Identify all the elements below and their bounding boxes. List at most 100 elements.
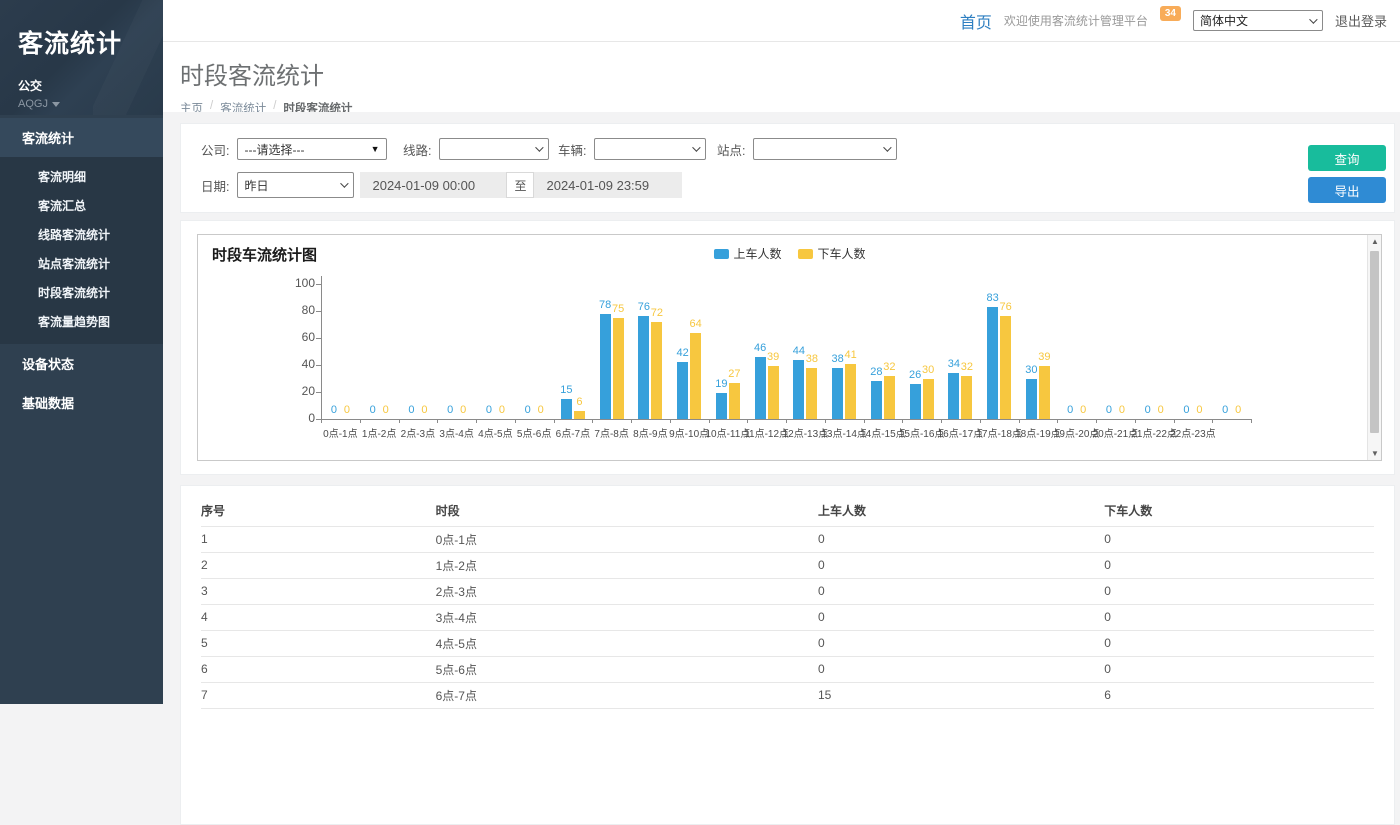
- bar-上车人数: [561, 399, 572, 419]
- app-title: 客流统计: [18, 24, 163, 60]
- table-cell: 2点-3点: [436, 578, 818, 604]
- y-axis-label: 20: [275, 384, 315, 398]
- table-row: 76点-7点156: [201, 682, 1374, 708]
- chart-vertical-scrollbar[interactable]: ▲ ▼: [1367, 235, 1381, 460]
- company-select[interactable]: ---请选择--- ▼: [237, 138, 387, 160]
- table-cell: 0: [1104, 526, 1374, 552]
- sidebar-item-客流量趋势图[interactable]: 客流量趋势图: [0, 307, 163, 336]
- y-axis-label: 40: [275, 357, 315, 371]
- chevron-down-icon: [341, 179, 349, 187]
- triangle-down-icon: ▼: [371, 145, 380, 154]
- table-row: 43点-4点00: [201, 604, 1374, 630]
- bar-value-label: 0: [1235, 404, 1241, 416]
- bar-value-label: 39: [767, 351, 779, 363]
- table-cell: 0: [818, 578, 1104, 604]
- bar-value-label: 0: [525, 404, 531, 416]
- vehicle-select[interactable]: [594, 138, 706, 160]
- sidebar-group-设备状态[interactable]: 设备状态: [0, 344, 163, 383]
- x-axis-label: 8点-9点: [633, 425, 667, 440]
- bar-下车人数: [729, 383, 740, 419]
- x-axis-tick: [941, 419, 942, 423]
- bar-下车人数: [1000, 316, 1011, 419]
- bar-下车人数: [806, 368, 817, 419]
- line-select[interactable]: [439, 138, 549, 160]
- content: 公司: ---请选择--- ▼ 线路: 车辆: 站点:: [163, 112, 1400, 704]
- date-range-separator: 至: [506, 172, 534, 198]
- table-cell: 5: [201, 630, 436, 656]
- bar-value-label: 0: [538, 404, 544, 416]
- legend-item-下车人数[interactable]: 下车人数: [798, 245, 866, 262]
- language-select-value: 简体中文: [1200, 12, 1248, 29]
- table-header-上车人数: 上车人数: [818, 496, 1104, 526]
- bar-上车人数: [1026, 379, 1037, 420]
- y-axis-tick: [316, 365, 321, 366]
- table-cell: 0: [818, 604, 1104, 630]
- x-axis-tick: [1057, 419, 1058, 423]
- home-link[interactable]: 首页: [960, 9, 992, 33]
- sidebar-item-客流汇总[interactable]: 客流汇总: [0, 191, 163, 220]
- x-axis-label: 6点-7点: [556, 425, 590, 440]
- x-axis-label: 7点-8点: [594, 425, 628, 440]
- x-axis-label: 9点-10点: [669, 425, 709, 440]
- logout-link[interactable]: 退出登录: [1335, 11, 1387, 30]
- bar-上车人数: [987, 307, 998, 419]
- bar-value-label: 44: [793, 345, 805, 357]
- org-selector[interactable]: AQGJ: [18, 98, 163, 110]
- bar-value-label: 38: [832, 353, 844, 365]
- language-select[interactable]: 简体中文: [1193, 10, 1323, 31]
- legend-label: 上车人数: [733, 245, 781, 262]
- table-cell: 0: [1104, 552, 1374, 578]
- x-axis-tick: [825, 419, 826, 423]
- bar-value-label: 32: [883, 361, 895, 373]
- sidebar-group-客流统计[interactable]: 客流统计: [0, 118, 163, 157]
- x-axis-label: 4点-5点: [478, 425, 512, 440]
- bar-上车人数: [638, 316, 649, 419]
- scroll-up-icon[interactable]: ▲: [1368, 235, 1382, 248]
- bar-value-label: 78: [599, 299, 611, 311]
- table-cell: 4点-5点: [436, 630, 818, 656]
- filter-panel: 公司: ---请选择--- ▼ 线路: 车辆: 站点:: [180, 123, 1395, 213]
- x-axis-label: 22点-23点: [1170, 425, 1216, 440]
- bar-value-label: 0: [331, 404, 337, 416]
- x-axis-label: 1点-2点: [362, 425, 396, 440]
- table-cell: 4: [201, 604, 436, 630]
- bar-上车人数: [910, 384, 921, 419]
- date-from-input[interactable]: 2024-01-09 00:00: [360, 172, 506, 198]
- bar-下车人数: [884, 376, 895, 419]
- hourly-stats-table: 序号时段上车人数下车人数 10点-1点0021点-2点0032点-3点0043点…: [201, 496, 1374, 709]
- scrollbar-thumb[interactable]: [1370, 251, 1379, 433]
- date-to-input[interactable]: 2024-01-09 23:59: [534, 172, 682, 198]
- table-cell: 7: [201, 682, 436, 708]
- chart-legend: 上车人数下车人数: [713, 245, 865, 262]
- x-axis-tick: [476, 419, 477, 423]
- bar-value-label: 19: [715, 378, 727, 390]
- date-preset-select[interactable]: 昨日: [237, 172, 354, 198]
- bar-value-label: 0: [499, 404, 505, 416]
- bar-value-label: 0: [486, 404, 492, 416]
- query-button[interactable]: 查询: [1308, 145, 1386, 171]
- chart-title: 时段车流统计图: [212, 244, 317, 265]
- scroll-down-icon[interactable]: ▼: [1368, 447, 1382, 460]
- x-axis-tick: [709, 419, 710, 423]
- legend-swatch: [798, 249, 813, 259]
- station-select[interactable]: [753, 138, 897, 160]
- company-select-value: ---请选择---: [244, 141, 304, 158]
- sidebar-item-线路客流统计[interactable]: 线路客流统计: [0, 220, 163, 249]
- x-axis-tick: [864, 419, 865, 423]
- export-button[interactable]: 导出: [1308, 177, 1386, 203]
- table-cell: 0: [1104, 630, 1374, 656]
- y-axis-label: 60: [275, 330, 315, 344]
- chevron-down-icon: [693, 143, 701, 151]
- x-axis-tick: [1019, 419, 1020, 423]
- sidebar-item-时段客流统计[interactable]: 时段客流统计: [0, 278, 163, 307]
- sidebar-group-基础数据[interactable]: 基础数据: [0, 383, 163, 422]
- bar-value-label: 72: [651, 307, 663, 319]
- x-axis-tick: [321, 419, 322, 423]
- legend-item-上车人数[interactable]: 上车人数: [713, 245, 781, 262]
- table-cell: 0: [1104, 656, 1374, 682]
- sidebar-item-站点客流统计[interactable]: 站点客流统计: [0, 249, 163, 278]
- bar-上车人数: [755, 357, 766, 419]
- sidebar-item-客流明细[interactable]: 客流明细: [0, 162, 163, 191]
- page-title: 时段客流统计: [180, 56, 1400, 91]
- bar-下车人数: [613, 318, 624, 419]
